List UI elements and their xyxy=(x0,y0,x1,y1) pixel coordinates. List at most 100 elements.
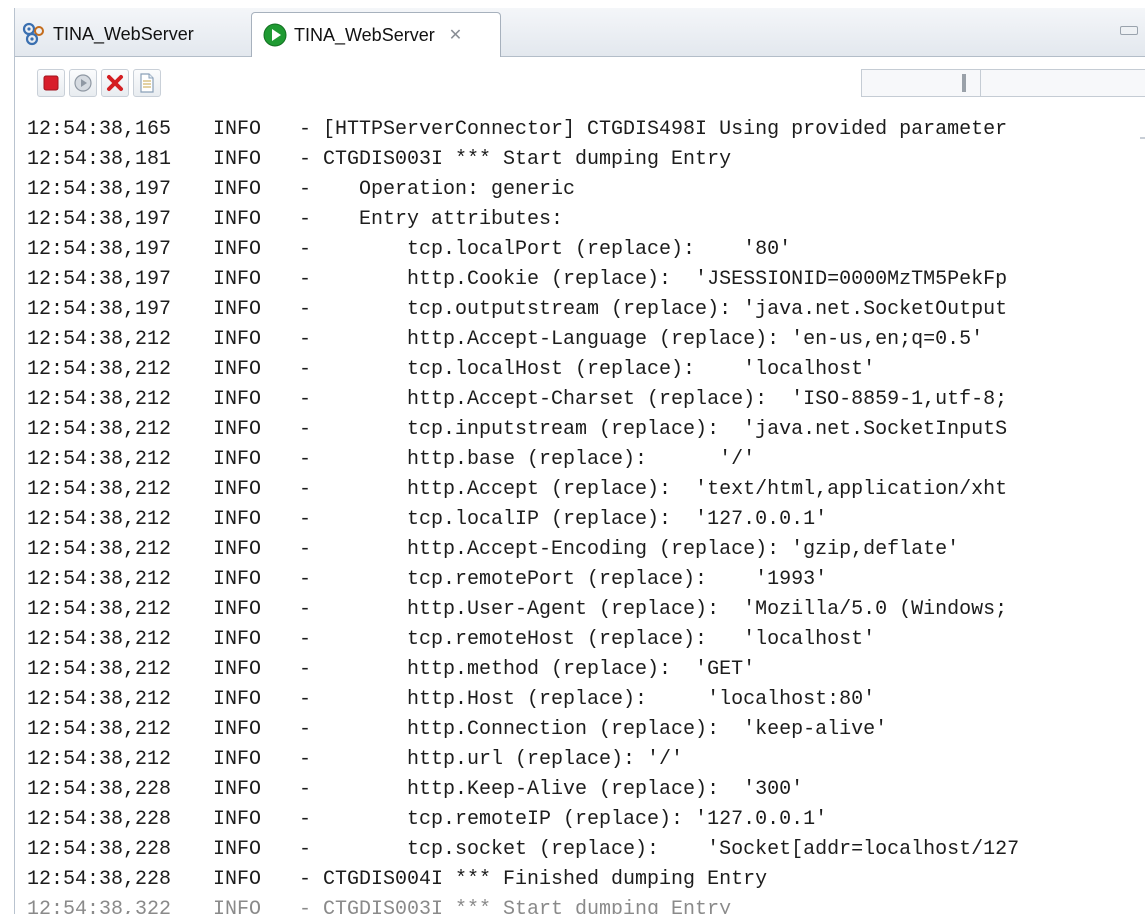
log-separator: - xyxy=(299,208,312,231)
log-level: INFO xyxy=(213,868,262,891)
log-separator: - xyxy=(299,148,312,171)
log-timestamp: 12:54:38,212 xyxy=(27,388,172,411)
log-line: 12:54:38,197 INFO - http.Cookie (replace):… xyxy=(27,265,1007,295)
log-timestamp: 12:54:38,322 xyxy=(27,898,172,914)
tab-label: TINA_WebServer xyxy=(53,23,194,44)
log-timestamp: 12:54:38,197 xyxy=(27,268,172,291)
log-level: INFO xyxy=(213,568,262,591)
log-timestamp: 12:54:38,228 xyxy=(27,778,172,801)
log-line: 12:54:38,212 INFO - tcp.localHost (replace… xyxy=(27,355,875,385)
log-separator: - xyxy=(299,868,312,891)
log-timestamp: 12:54:38,181 xyxy=(27,148,172,171)
log-line: 12:54:38,212 INFO - http.Host (replace): '… xyxy=(27,685,875,715)
log-line: 12:54:38,228 INFO - CTGDIS004I *** Finished… xyxy=(27,865,767,895)
log-line: 12:54:38,228 INFO - tcp.socket (replace): … xyxy=(27,835,1019,865)
log-line: 12:54:38,212 INFO - tcp.remoteHost (replac… xyxy=(27,625,875,655)
stop-button[interactable] xyxy=(37,69,65,97)
log-level: INFO xyxy=(213,418,262,441)
log-line: 12:54:38,197 INFO - Entry attributes: xyxy=(27,205,563,235)
log-timestamp: 12:54:38,165 xyxy=(27,118,172,141)
log-line: 12:54:38,212 INFO - http.Accept-Charset (r… xyxy=(27,385,1007,415)
debug-button[interactable] xyxy=(69,69,97,97)
run-icon xyxy=(263,23,287,47)
tab-tina-webserver-config[interactable]: TINA_WebServer xyxy=(21,12,251,56)
log-line: 12:54:38,212 INFO - tcp.remotePort (replac… xyxy=(27,565,827,595)
log-timestamp: 12:54:38,212 xyxy=(27,478,172,501)
log-message: tcp.remotePort (replace): '1993' xyxy=(323,568,828,591)
log-line: 12:54:38,181 INFO - CTGDIS003I *** Start du… xyxy=(27,145,731,175)
horizontal-scroll-indicator[interactable] xyxy=(861,69,1145,97)
log-timestamp: 12:54:38,212 xyxy=(27,718,172,741)
log-message: [HTTPServerConnector] CTGDIS498I Using p… xyxy=(323,118,1008,141)
console-output[interactable]: 12:54:38,165 INFO - [HTTPServerConnector] C… xyxy=(15,109,1145,914)
log-message: http.Accept-Language (replace): 'en-us,e… xyxy=(323,328,984,351)
clear-console-button[interactable] xyxy=(133,69,161,97)
log-message: CTGDIS004I *** Finished dumping Entry xyxy=(323,868,768,891)
log-timestamp: 12:54:38,212 xyxy=(27,328,172,351)
log-separator: - xyxy=(299,658,312,681)
log-line: 12:54:38,165 INFO - [HTTPServerConnector] C… xyxy=(27,115,1007,145)
log-timestamp: 12:54:38,212 xyxy=(27,508,172,531)
log-message: tcp.inputstream (replace): 'java.net.Soc… xyxy=(323,418,1008,441)
log-separator: - xyxy=(299,628,312,651)
log-message: tcp.remoteHost (replace): 'localhost' xyxy=(323,628,876,651)
vertical-scrollbar[interactable] xyxy=(1140,109,1145,914)
log-message: http.Keep-Alive (replace): '300' xyxy=(323,778,804,801)
log-line: 12:54:38,197 INFO - tcp.outputstream (repl… xyxy=(27,295,1007,325)
log-level: INFO xyxy=(213,358,262,381)
log-message: tcp.outputstream (replace): 'java.net.So… xyxy=(323,298,1008,321)
scroll-thumb[interactable] xyxy=(962,74,966,92)
log-timestamp: 12:54:38,212 xyxy=(27,448,172,471)
log-message: http.Accept-Charset (replace): 'ISO-8859… xyxy=(323,388,1008,411)
log-level: INFO xyxy=(213,178,262,201)
log-timestamp: 12:54:38,212 xyxy=(27,688,172,711)
log-separator: - xyxy=(299,898,312,914)
log-separator: - xyxy=(299,718,312,741)
log-separator: - xyxy=(299,838,312,861)
log-separator: - xyxy=(299,418,312,441)
log-timestamp: 12:54:38,197 xyxy=(27,298,172,321)
log-line: 12:54:38,212 INFO - http.Accept-Language (… xyxy=(27,325,983,355)
tab-tina-webserver-console[interactable]: TINA_WebServer ✕ xyxy=(251,12,501,57)
log-message: http.Accept (replace): 'text/html,applic… xyxy=(323,478,1008,501)
clear-icon xyxy=(140,73,154,93)
minimize-icon[interactable] xyxy=(1120,26,1138,35)
log-timestamp: 12:54:38,197 xyxy=(27,238,172,261)
log-message: http.Accept-Encoding (replace): 'gzip,de… xyxy=(323,538,960,561)
log-message: tcp.remoteIP (replace): '127.0.0.1' xyxy=(323,808,828,831)
log-line: 12:54:38,197 INFO - tcp.localPort (replace… xyxy=(27,235,791,265)
log-message: Entry attributes: xyxy=(323,208,564,231)
log-timestamp: 12:54:38,212 xyxy=(27,598,172,621)
log-timestamp: 12:54:38,212 xyxy=(27,538,172,561)
log-separator: - xyxy=(299,178,312,201)
log-timestamp: 12:54:38,228 xyxy=(27,838,172,861)
log-message: http.Host (replace): 'localhost:80' xyxy=(323,688,876,711)
stop-icon xyxy=(43,75,59,91)
log-level: INFO xyxy=(213,598,262,621)
log-message: CTGDIS003I *** Start dumping Entry xyxy=(323,148,732,171)
log-level: INFO xyxy=(213,628,262,651)
log-message: http.base (replace): '/' xyxy=(323,448,756,471)
log-level: INFO xyxy=(213,898,262,914)
log-level: INFO xyxy=(213,538,262,561)
console-toolbar xyxy=(15,57,1145,109)
remove-button[interactable] xyxy=(101,69,129,97)
server-config-icon xyxy=(22,22,44,46)
close-icon[interactable]: ✕ xyxy=(449,25,462,45)
scroll-mark xyxy=(1140,137,1145,139)
divider xyxy=(980,70,981,96)
log-level: INFO xyxy=(213,478,262,501)
log-timestamp: 12:54:38,212 xyxy=(27,748,172,771)
log-line: 12:54:38,212 INFO - http.User-Agent (repla… xyxy=(27,595,1007,625)
log-separator: - xyxy=(299,508,312,531)
remove-icon xyxy=(107,75,123,91)
log-line: 12:54:38,212 INFO - http.Accept (replace):… xyxy=(27,475,1007,505)
log-timestamp: 12:54:38,197 xyxy=(27,208,172,231)
log-separator: - xyxy=(299,688,312,711)
log-line: 12:54:38,212 INFO - http.base (replace): '… xyxy=(27,445,755,475)
log-message: http.Cookie (replace): 'JSESSIONID=0000M… xyxy=(323,268,1008,291)
tab-label: TINA_WebServer xyxy=(294,24,435,45)
tab-bar: TINA_WebServer TINA_WebServer ✕ xyxy=(15,8,1145,57)
log-level: INFO xyxy=(213,148,262,171)
log-separator: - xyxy=(299,478,312,501)
